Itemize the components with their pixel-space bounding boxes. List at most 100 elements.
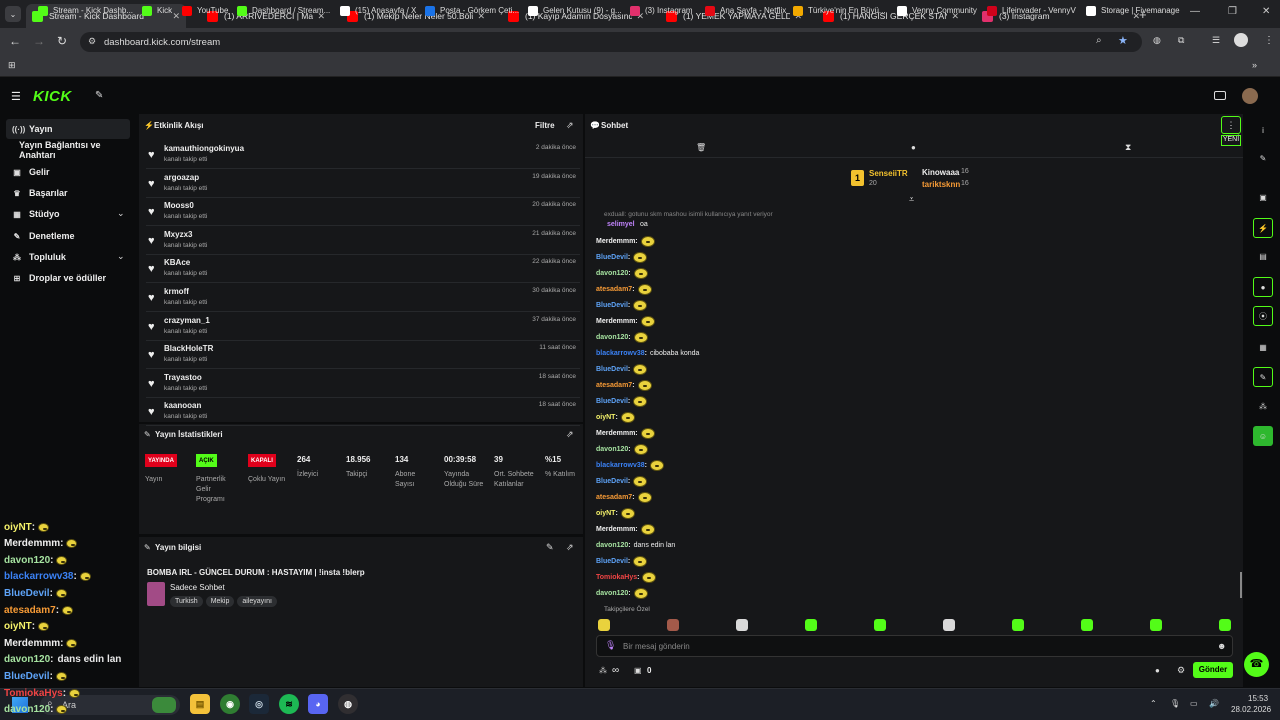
sidebar-item[interactable]: ⁂ Topluluk	[6, 247, 130, 267]
chat-message[interactable]: oiyNT:	[596, 506, 635, 520]
info-popout-icon[interactable]: ⇗	[566, 542, 574, 553]
chat-message[interactable]: davon120:	[596, 266, 648, 280]
chat-username[interactable]: davon120	[596, 446, 628, 453]
chat-username[interactable]: TomiokaHys	[596, 574, 637, 581]
chat-username[interactable]: atesadam7	[596, 494, 632, 501]
activity-item[interactable]: ♥ KBAce kanalı takip etti 22 dakika önce	[146, 255, 580, 284]
chat-username[interactable]: davon120	[596, 270, 628, 277]
sidebar-item[interactable]: ▦ Stüdyo	[6, 204, 130, 224]
activity-item[interactable]: ♥ argoazap kanalı takip etti 19 dakika önce	[146, 170, 580, 198]
activity-item[interactable]: ♥ BlackHoleTR kanalı takip etti 11 saat önc…	[146, 341, 580, 370]
chat-message[interactable]: Merdemmm:	[596, 522, 655, 536]
pin-icon[interactable]: ✎	[95, 90, 103, 101]
chat-message[interactable]: davon120: dans edin lan	[596, 538, 675, 552]
chat-message[interactable]: atesadam7:	[596, 490, 652, 504]
obs-icon[interactable]: ◍	[338, 694, 358, 714]
sidebar-item[interactable]: ⊞ Droplar ve ödüller	[6, 268, 130, 288]
clock-time[interactable]: 15:53	[1248, 694, 1268, 703]
chat-message[interactable]: davon120:	[596, 586, 648, 600]
edit-icon[interactable]: ✎	[546, 542, 554, 553]
chat-message[interactable]: blackarrowv38: cibobaba konda	[596, 346, 699, 360]
send-button[interactable]: Gönder	[1193, 662, 1233, 678]
chat-message[interactable]: davon120:	[596, 442, 648, 456]
clock-date[interactable]: 28.02.2026	[1231, 705, 1271, 714]
expand-leaderboard-icon[interactable]: ⩡	[909, 194, 914, 205]
rail-people-icon[interactable]: ⁂	[1253, 396, 1273, 416]
minimize-button[interactable]: —	[1190, 6, 1200, 17]
activity-item[interactable]: ♥ Mooss0 kanalı takip etti 20 dakika önce	[146, 198, 580, 227]
rail-wrench-icon[interactable]: ✎	[1253, 367, 1273, 387]
tab-close-icon[interactable]: ✕	[172, 11, 180, 22]
apps-icon[interactable]: ⊞	[8, 60, 16, 71]
sidebar-item[interactable]: ✎ Denetleme	[6, 226, 130, 246]
chat-username[interactable]: davon120	[596, 590, 628, 597]
reading-list-icon[interactable]: ☰	[1212, 35, 1220, 46]
bookmark-item[interactable]: Ana Sayfa - Netflix	[705, 3, 786, 18]
emote-icon[interactable]	[943, 619, 955, 631]
emote-icon[interactable]	[1219, 619, 1231, 631]
address-bar[interactable]: ⚙ dashboard.kick.com/stream ⌕ ★	[80, 32, 1142, 52]
file-explorer-icon[interactable]: ▤	[190, 694, 210, 714]
chat-username[interactable]: BlueDevil	[596, 366, 628, 373]
chat-menu-button[interactable]: ⋮	[1221, 116, 1241, 134]
tray-speaker-icon[interactable]: 🔊	[1209, 699, 1219, 708]
bookmark-item[interactable]: (15) Anasayfa / X	[340, 3, 416, 18]
chat-username[interactable]: BlueDevil	[596, 398, 628, 405]
chat-username[interactable]: oiyNT	[596, 510, 615, 517]
chat-message[interactable]: BlueDevil:	[596, 474, 648, 488]
close-window-button[interactable]: ✕	[1262, 6, 1270, 17]
reply-user[interactable]: selimyel	[607, 221, 635, 228]
kick-logo[interactable]: KICK	[33, 88, 72, 105]
chat-message[interactable]: oiyNT:	[596, 410, 635, 424]
bookmark-item[interactable]: Storage | Fivemanage	[1086, 3, 1180, 18]
chat-users-icon[interactable]: ●	[1155, 666, 1160, 675]
tray-mic-icon[interactable]: 🎙	[1170, 699, 1180, 708]
chat-username[interactable]: Merdemmm	[596, 430, 635, 437]
chat-message[interactable]: TomiokaHys:	[596, 570, 657, 584]
emote-icon[interactable]	[1150, 619, 1162, 631]
chat-scrollbar[interactable]	[1240, 572, 1242, 598]
rail-document-icon[interactable]: ▤	[1253, 246, 1273, 266]
sidebar-item[interactable]: ▣ Gelir	[6, 162, 130, 182]
hamburger-menu-icon[interactable]: ☰	[11, 90, 21, 103]
emote-icon[interactable]	[1012, 619, 1024, 631]
tray-display-icon[interactable]: ▭	[1190, 699, 1198, 708]
emote-icon[interactable]	[667, 619, 679, 631]
activity-item[interactable]: ♥ kaanooan kanalı takip etti 18 saat önce	[146, 398, 580, 427]
chat-username[interactable]: BlueDevil	[596, 558, 628, 565]
bookmark-item[interactable]: Posta - Görkem Çeti...	[425, 3, 519, 18]
spotify-icon[interactable]: ≋	[279, 694, 299, 714]
support-chat-button[interactable]: ☎	[1244, 652, 1269, 677]
sidebar-item[interactable]: ♛ Başarılar	[6, 183, 130, 203]
sidebar-item[interactable]: Yayın Bağlantısı ve Anahtarı	[6, 140, 130, 160]
bookmark-item[interactable]: Dashboard / Stream...	[237, 3, 330, 18]
chat-input[interactable]: 🎙 Bir mesaj gönderin ☻	[596, 635, 1233, 657]
chat-message[interactable]: atesadam7:	[596, 378, 652, 392]
emote-icon[interactable]	[805, 619, 817, 631]
chrome-icon[interactable]: ◉	[220, 694, 240, 714]
extension-icon[interactable]: ◍	[1153, 35, 1161, 46]
points-icon[interactable]: ⁂	[599, 666, 607, 675]
user-avatar[interactable]	[1242, 88, 1258, 104]
stream-tag[interactable]: Mekip	[205, 596, 235, 607]
bookmark-item[interactable]: (3) Instagram	[630, 3, 693, 18]
bookmark-item[interactable]: Stream - Kick Dashb...	[38, 3, 133, 18]
forward-icon[interactable]: →	[33, 34, 45, 48]
emote-icon[interactable]	[1081, 619, 1093, 631]
chat-username[interactable]: BlueDevil	[596, 302, 628, 309]
chat-message[interactable]: BlueDevil:	[596, 298, 648, 312]
chat-username[interactable]: Merdemmm	[596, 318, 635, 325]
chat-username[interactable]: BlueDevil	[596, 478, 628, 485]
leader-2-name[interactable]: Kinowaaa	[922, 168, 959, 177]
profile-avatar[interactable]	[1234, 33, 1248, 47]
activity-item[interactable]: ♥ Trayastoo kanalı takip etti 18 saat önce	[146, 370, 580, 398]
activity-item[interactable]: ♥ kamauthiongokinyua kanalı takip etti 2 da…	[146, 141, 580, 169]
tray-chevron-icon[interactable]: ⌃	[1150, 699, 1157, 708]
chat-message[interactable]: BlueDevil:	[596, 362, 648, 376]
activity-item[interactable]: ♥ krmoff kanalı takip etti 30 dakika önce	[146, 284, 580, 312]
site-info-icon[interactable]: ⚙	[88, 36, 96, 47]
activity-item[interactable]: ♥ crazyman_1 kanalı takip etti 37 dakika ön…	[146, 313, 580, 341]
chat-message[interactable]: davon120:	[596, 330, 648, 344]
hourglass-icon[interactable]: ⧗	[1125, 142, 1131, 153]
sidebar-item[interactable]: ((·)) Yayın	[6, 119, 130, 139]
